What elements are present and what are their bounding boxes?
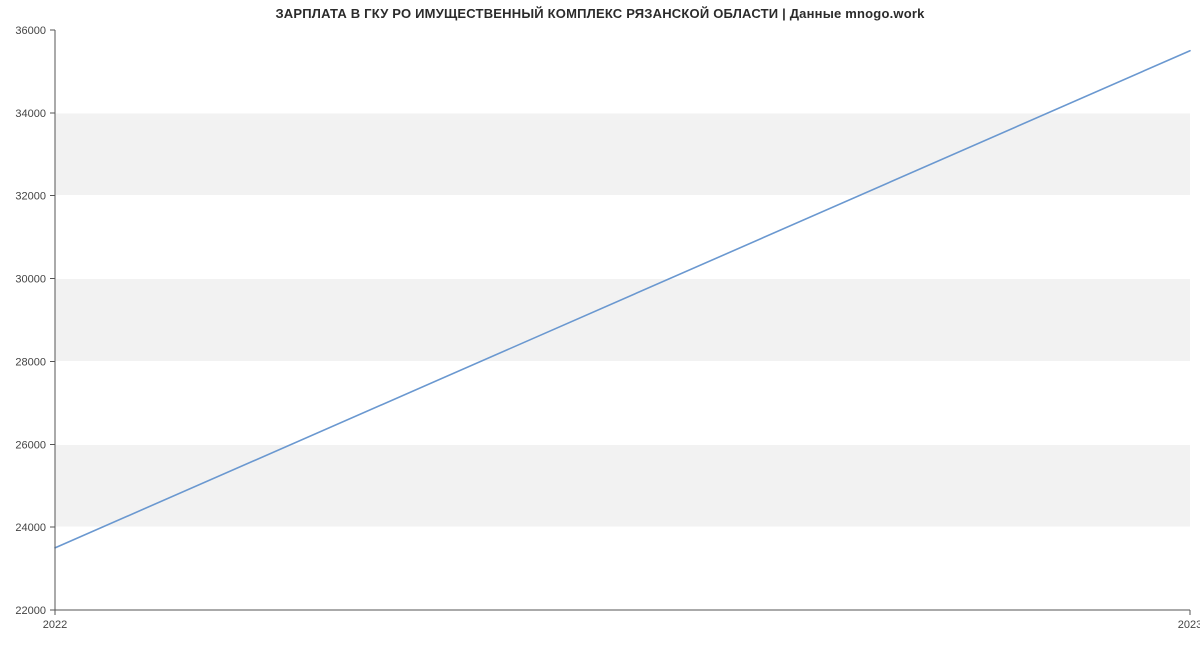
- y-tick-label: 28000: [15, 356, 46, 368]
- y-tick-label: 30000: [15, 274, 46, 286]
- y-tick-label: 36000: [15, 25, 46, 37]
- x-tick-label: 2023: [1178, 619, 1200, 631]
- y-tick-label: 34000: [15, 108, 46, 120]
- y-tick-label: 32000: [15, 191, 46, 203]
- y-tick-label: 22000: [15, 605, 46, 617]
- y-tick-label: 26000: [15, 439, 46, 451]
- chart-container: ЗАРПЛАТА В ГКУ РО ИМУЩЕСТВЕННЫЙ КОМПЛЕКС…: [0, 0, 1200, 650]
- plot-band: [55, 279, 1190, 362]
- chart-svg: 22000 24000 26000 28000 30000 32000 34000 36000…: [0, 0, 1200, 650]
- plot-band: [55, 444, 1190, 527]
- x-tick-label: 2022: [43, 619, 67, 631]
- y-tick-label: 24000: [15, 522, 46, 534]
